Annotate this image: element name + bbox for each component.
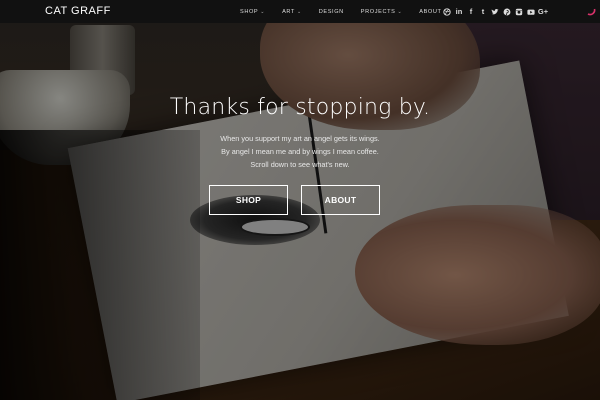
- youtube-icon[interactable]: [525, 6, 537, 18]
- hero-line: When you support my art an angel gets it…: [220, 134, 380, 143]
- hero-section: Thanks for stopping by. When you support…: [0, 95, 600, 171]
- hero-overlay: [0, 0, 600, 400]
- tumblr-icon[interactable]: t: [477, 6, 489, 18]
- google-plus-icon[interactable]: G+: [537, 6, 549, 18]
- twitter-icon[interactable]: [489, 6, 501, 18]
- nav-item-art[interactable]: ART ⌄: [282, 9, 302, 15]
- site-logo[interactable]: CAT GRAFF: [45, 5, 111, 17]
- loading-spinner-icon: [587, 8, 596, 16]
- social-links: in f t G+: [441, 0, 549, 23]
- dribbble-icon[interactable]: [441, 6, 453, 18]
- nav-item-about[interactable]: ABOUT: [419, 9, 441, 15]
- pinterest-icon[interactable]: [501, 6, 513, 18]
- chevron-down-icon: ⌄: [260, 8, 266, 15]
- linkedin-icon[interactable]: in: [453, 6, 465, 18]
- top-navbar: CAT GRAFF SHOP ⌄ ART ⌄ DESIGN PROJECTS ⌄ AB…: [0, 0, 600, 23]
- facebook-icon[interactable]: f: [465, 6, 477, 18]
- instagram-icon[interactable]: [513, 6, 525, 18]
- hero-tagline: When you support my art an angel gets it…: [0, 132, 600, 171]
- shop-button[interactable]: SHOP: [209, 185, 288, 215]
- about-button[interactable]: ABOUT: [301, 185, 380, 215]
- nav-item-shop[interactable]: SHOP ⌄: [240, 9, 265, 15]
- chevron-down-icon: ⌄: [296, 8, 302, 15]
- main-menu: SHOP ⌄ ART ⌄ DESIGN PROJECTS ⌄ ABOUT: [240, 0, 459, 23]
- chevron-down-icon: ⌄: [397, 8, 403, 15]
- nav-item-design[interactable]: DESIGN: [319, 9, 344, 15]
- hero-line: By angel I mean me and by wings I mean c…: [221, 147, 379, 156]
- nav-item-projects[interactable]: PROJECTS ⌄: [361, 9, 402, 15]
- hero-title: Thanks for stopping by.: [169, 95, 431, 120]
- hero-line: Scroll down to see what's new.: [250, 160, 350, 169]
